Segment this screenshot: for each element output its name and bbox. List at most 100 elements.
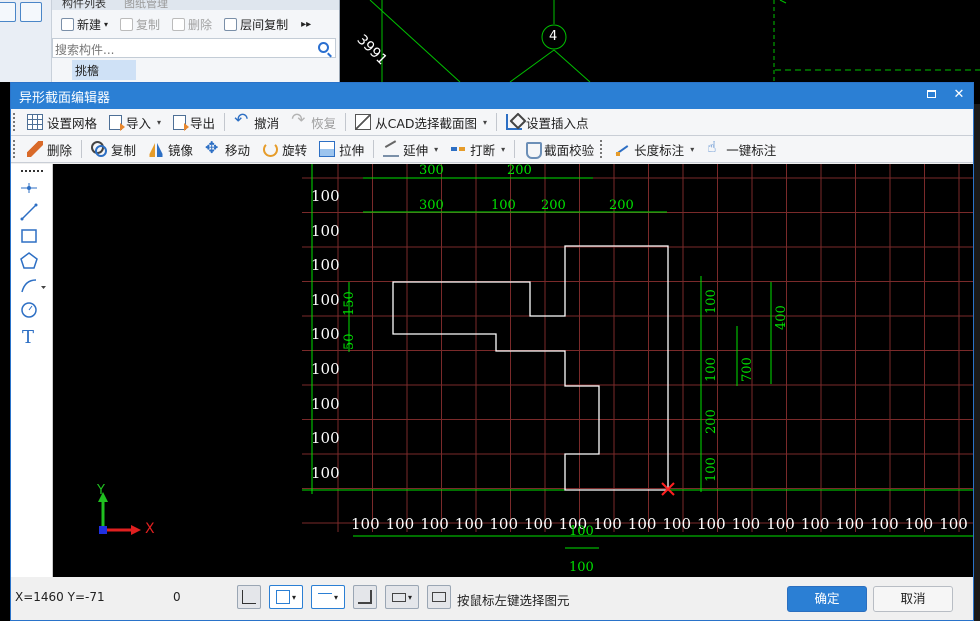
row-spacing-label: 100	[311, 463, 340, 482]
insert-point-icon	[506, 114, 523, 130]
display-dropdown-button[interactable]: ▾	[385, 585, 419, 609]
chevron-down-icon: ▾	[291, 592, 296, 602]
text-tool-icon[interactable]: T	[19, 326, 39, 346]
row-spacing-label: 100	[311, 394, 340, 413]
delete-button[interactable]: 删除	[167, 13, 217, 35]
top-dimension-label: 200	[609, 198, 634, 213]
undo-icon	[234, 110, 250, 130]
column-spacing-label: 100	[662, 515, 692, 533]
component-list-panel: 构件列表 图纸管理 新建 ▾ 复制 删除 层间复制 ▸▸ 搜索构件... 挑檐	[52, 0, 340, 82]
component-list-item[interactable]: 挑檐	[72, 60, 136, 80]
ok-button[interactable]: 确定	[787, 586, 867, 612]
search-icon[interactable]	[318, 42, 329, 53]
snap-dropdown-button[interactable]: ▾	[269, 585, 303, 609]
close-button[interactable]: ✕	[951, 87, 967, 103]
dimension-dropdown-button[interactable]: ▾	[311, 585, 345, 609]
cursor-coordinates: X=1460 Y=-71	[15, 590, 105, 604]
right-dimension-label: 400	[774, 305, 789, 330]
extend-button[interactable]: 延伸 ▾	[377, 138, 444, 161]
rotate-button[interactable]: 旋转	[256, 138, 313, 161]
one-click-dimension-button[interactable]: 一键标注	[700, 138, 782, 161]
arc-polyline-tool-icon[interactable]	[19, 276, 47, 296]
left-dimension-label: 50	[342, 333, 357, 350]
palette-grip[interactable]	[21, 170, 43, 172]
copy-button[interactable]: 复制	[85, 138, 142, 161]
hand-icon	[706, 138, 722, 157]
polygon-tool-icon[interactable]	[19, 251, 39, 271]
section-check-button[interactable]: 截面校验	[518, 138, 600, 161]
column-spacing-label: 100	[939, 515, 968, 533]
column-spacing-label: 100	[420, 515, 449, 533]
export-button[interactable]: 导出	[167, 111, 221, 134]
column-spacing-label: 100	[870, 515, 899, 533]
section-drawing-canvas[interactable]: 100 100 100 100 100 100 100 100 100 100 100 100 100 1…	[53, 164, 973, 577]
undo-button[interactable]: 撤消	[228, 110, 285, 134]
layer-toggle-button[interactable]	[353, 585, 377, 609]
tab-drawing-management[interactable]: 图纸管理	[118, 0, 174, 10]
cancel-button[interactable]: 取消	[873, 586, 953, 612]
column-spacing-label: 100	[731, 515, 761, 533]
chevron-down-icon: ▾	[434, 144, 439, 154]
ortho-toggle-button[interactable]	[237, 585, 261, 609]
rotate-icon	[262, 141, 279, 157]
copy-button[interactable]: 复制	[115, 13, 165, 35]
column-spacing-label: 100	[835, 515, 865, 533]
chevron-down-icon: ▾	[483, 117, 488, 127]
list-view-icon[interactable]	[0, 2, 16, 22]
mirror-button[interactable]: 镜像	[142, 138, 199, 161]
toolbar-separator	[496, 113, 498, 131]
tab-component-list[interactable]: 构件列表	[56, 0, 112, 10]
stretch-button[interactable]: 拉伸	[313, 138, 370, 161]
background-left-toolbar	[0, 0, 52, 82]
toolbar-separator	[514, 140, 516, 158]
panel-view-icon[interactable]	[20, 2, 42, 22]
set-insert-point-button[interactable]: 设置插入点	[500, 111, 595, 134]
bottom-dimension-label: 100	[569, 524, 594, 539]
row-spacing-label: 100	[311, 187, 340, 205]
toolbar-grip[interactable]	[600, 140, 604, 158]
top-dimension-label: 200	[507, 164, 532, 178]
x-axis-arrow	[131, 525, 141, 535]
toolbar-separator	[224, 113, 226, 131]
break-button[interactable]: 打断 ▾	[444, 138, 511, 161]
ortho-icon	[242, 590, 256, 604]
main-toolbar: 设置网格 导入▾ 导出 撤消 恢复 从CAD选择截面图▾ 设置插入点	[11, 109, 973, 136]
new-button[interactable]: 新建 ▾	[56, 13, 113, 35]
point-tool-icon[interactable]	[19, 178, 39, 198]
export-icon	[173, 114, 190, 131]
maximize-button[interactable]	[923, 87, 939, 103]
background-cad-view: 4 3991	[340, 0, 980, 83]
redo-button[interactable]: 恢复	[285, 110, 342, 134]
component-search-input[interactable]: 搜索构件...	[52, 38, 336, 58]
import-button[interactable]: 导入 ▾	[103, 111, 167, 134]
toolbar-grip[interactable]	[13, 113, 17, 131]
toolbar-grip[interactable]	[13, 140, 17, 158]
line-tool-icon[interactable]	[19, 202, 39, 222]
new-icon	[61, 17, 74, 31]
top-dimension-label: 300	[419, 164, 444, 178]
snap-icon	[275, 590, 290, 604]
toolbar-separator	[373, 140, 375, 158]
copy-icon	[91, 141, 108, 157]
select-mode-button[interactable]	[427, 585, 451, 609]
select-from-cad-button[interactable]: 从CAD选择截面图 ▾	[349, 111, 493, 134]
row-spacing-label: 100	[311, 221, 340, 240]
rectangle-tool-icon[interactable]	[19, 226, 39, 246]
column-spacing-label: 100	[489, 515, 519, 533]
move-button[interactable]: 移动	[199, 138, 256, 161]
right-dimension-label: 200	[704, 409, 719, 434]
cad-select-icon	[355, 114, 372, 130]
length-dimension-button[interactable]: 长度标注 ▾	[608, 138, 700, 161]
column-spacing-label: 100	[904, 515, 934, 533]
section-outline	[392, 245, 669, 491]
set-grid-button[interactable]: 设置网格	[21, 111, 103, 134]
toolbar-overflow-icon[interactable]: ▸▸	[301, 19, 311, 30]
maximize-icon	[926, 90, 936, 98]
y-axis-label: Y	[97, 483, 105, 498]
circle-tool-icon[interactable]	[19, 300, 39, 320]
chevron-down-icon: ▾	[157, 117, 162, 127]
dialog-titlebar[interactable]: 异形截面编辑器 ✕	[11, 83, 973, 109]
floor-copy-button[interactable]: 层间复制	[219, 13, 293, 35]
delete-button[interactable]: 删除	[21, 138, 78, 161]
background-right-edge	[974, 104, 980, 621]
